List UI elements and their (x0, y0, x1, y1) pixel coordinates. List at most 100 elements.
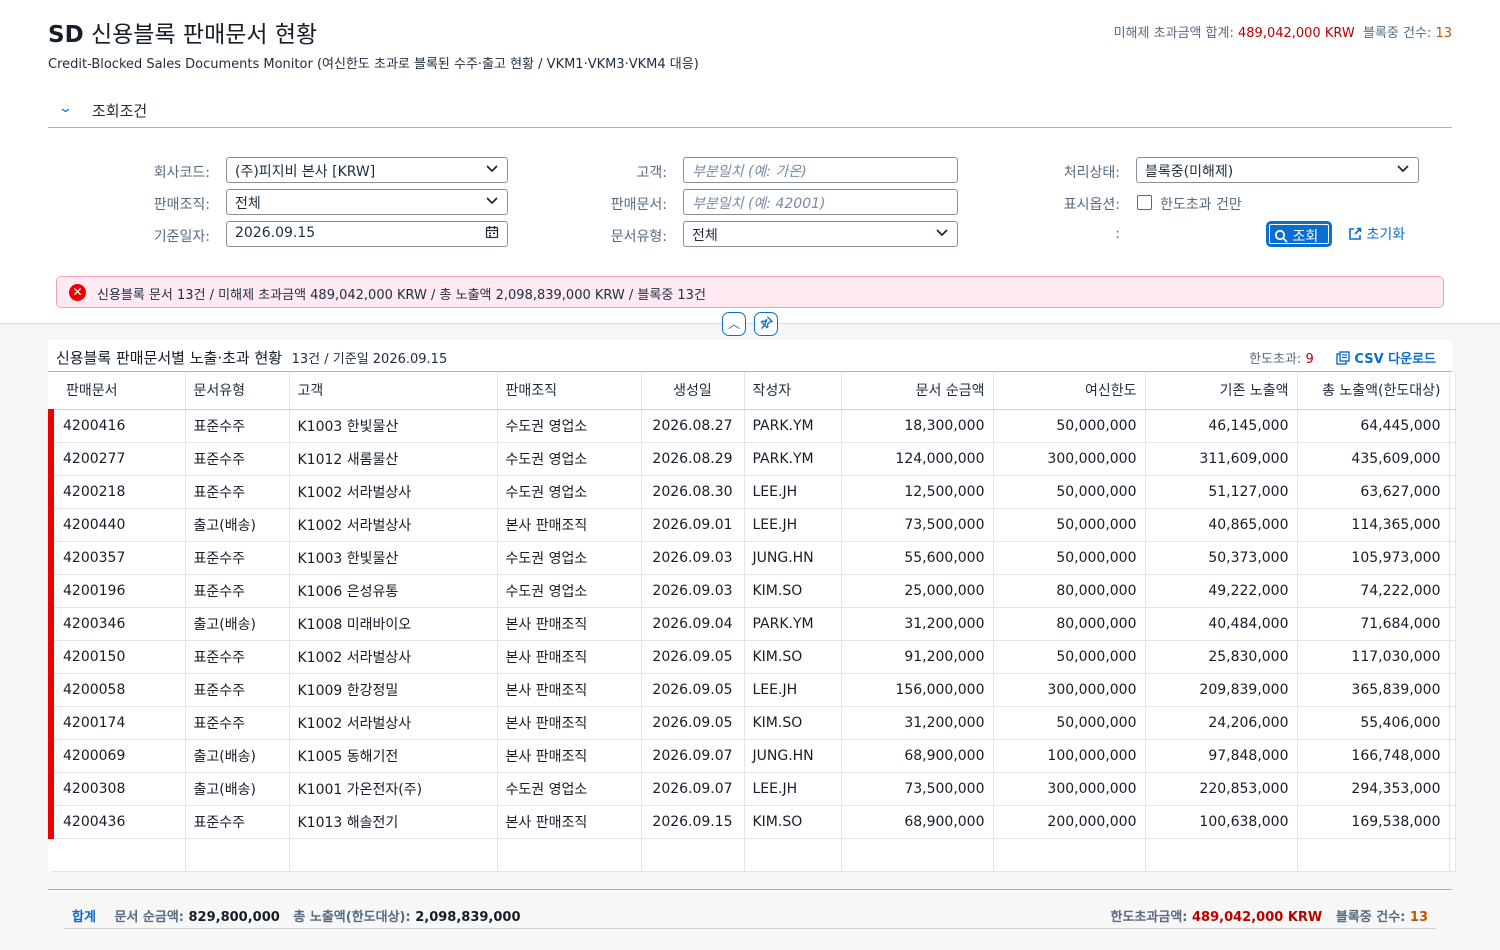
cell-created: 2026.09.07 (641, 772, 745, 806)
cell-created: 2026.09.05 (641, 706, 745, 740)
cell-limit: 50,000,000 (993, 508, 1146, 542)
doc-label: 판매문서: (610, 197, 667, 213)
table-row[interactable]: 4200058 표준수주 K1009 한강정밀 본사 판매조직 2026.09.05 LE… (48, 673, 1456, 707)
salesorg-label: 판매조직: (153, 197, 210, 213)
csv-download-button[interactable]: CSV 다운로드 (1336, 351, 1436, 367)
cell-net: 124,000,000 (841, 442, 994, 476)
blocked-docs-table: 판매문서 문서유형 고객 판매조직 생성일 작성자 문서 순금액 여신한도 기존… (48, 372, 1456, 872)
search-button[interactable]: 조회 (1266, 221, 1332, 247)
cell-existing: 51,127,000 (1145, 475, 1298, 509)
table-row[interactable]: 4200416 표준수주 K1003 한빛물산 수도권 영업소 2026.08.27 PA… (48, 409, 1456, 443)
col-header-net[interactable]: 문서 순금액 (841, 372, 994, 410)
summary-over: 489,042,000 KRW (1192, 910, 1323, 925)
cell-limit: 50,000,000 (993, 640, 1146, 674)
cell-total: 294,353,000 (1297, 772, 1450, 806)
cell-existing: 40,865,000 (1145, 508, 1298, 542)
calendar-icon[interactable] (485, 225, 499, 239)
col-header-doctype[interactable]: 문서유형 (185, 372, 290, 410)
header-kpi: 미해제 초과금액 합계: 489,042,000 KRW 블록중 건수: 13 (1113, 26, 1452, 41)
table-row-empty (51, 838, 1456, 872)
cell-salesorg: 수도권 영업소 (497, 409, 642, 443)
table-row[interactable]: 4200440 출고(배송) K1002 서라벌상사 본사 판매조직 2026.09.0… (48, 508, 1456, 542)
cell-customer: K1003 한빛물산 (289, 409, 498, 443)
cell-existing: 220,853,000 (1145, 772, 1298, 806)
status-select[interactable]: 블록중(미해제) (1136, 157, 1419, 183)
reset-button[interactable]: 초기화 (1348, 224, 1405, 244)
table-row[interactable]: 4200174 표준수주 K1002 서라벌상사 본사 판매조직 2026.09.05 K… (48, 706, 1456, 740)
col-header-creator[interactable]: 작성자 (744, 372, 842, 410)
cell-doctype: 표준수주 (185, 541, 290, 575)
summary-left: 합계 문서 순금액: 829,800,000 총 노출액(한도대상): 2,09… (72, 910, 521, 925)
col-header-doc[interactable]: 판매문서 (51, 372, 186, 410)
cell-net: 31,200,000 (841, 607, 994, 641)
cell-customer: K1012 새롬물산 (289, 442, 498, 476)
cell-doctype: 출고(배송) (185, 607, 290, 641)
salesorg-select[interactable]: 전체 (226, 189, 508, 215)
cell-limit: 300,000,000 (993, 673, 1146, 707)
cell-net: 156,000,000 (841, 673, 994, 707)
col-header-salesorg[interactable]: 판매조직 (497, 372, 642, 410)
cell-doc: 4200416 (48, 409, 186, 443)
page-title: SD 신용블록 판매문서 현황 (48, 22, 318, 48)
table-row[interactable]: 4200069 출고(배송) K1005 동해기전 본사 판매조직 2026.09.07… (48, 739, 1456, 773)
cell-doc: 4200069 (48, 739, 186, 773)
cell-doctype: 표준수주 (185, 442, 290, 476)
cell-salesorg: 본사 판매조직 (497, 805, 642, 839)
cell-creator: KIM.SO (744, 640, 842, 674)
table-title: 신용블록 판매문서별 노출·초과 현황 13건 / 기준일 2026.09.15 (56, 349, 448, 367)
cell-existing: 100,638,000 (1145, 805, 1298, 839)
cell-salesorg: 수도권 영업소 (497, 574, 642, 608)
company-select[interactable]: (주)피지비 본사 [KRW] (226, 157, 508, 183)
table-row[interactable]: 4200308 출고(배송) K1001 가온전자(주) 수도권 영업소 2026.09… (48, 772, 1456, 806)
cell-doctype: 표준수주 (185, 640, 290, 674)
col-header-created[interactable]: 생성일 (641, 372, 745, 410)
col-header-existing[interactable]: 기존 노출액 (1145, 372, 1298, 410)
table-row[interactable]: 4200436 표준수주 K1013 해솔전기 본사 판매조직 2026.09.15 KI… (48, 805, 1456, 839)
cell-customer: K1006 은성유통 (289, 574, 498, 608)
cell-total: 105,973,000 (1297, 541, 1450, 575)
summary-bar: 합계 문서 순금액: 829,800,000 총 노출액(한도대상): 2,09… (48, 889, 1452, 937)
cell-created: 2026.09.03 (641, 541, 745, 575)
table-row[interactable]: 4200150 표준수주 K1002 서라벌상사 본사 판매조직 2026.09.05 K… (48, 640, 1456, 674)
cell-net: 73,500,000 (841, 508, 994, 542)
collapse-header-button[interactable]: ︿ (722, 312, 746, 336)
cell-limit: 80,000,000 (993, 574, 1146, 608)
cell-existing: 311,609,000 (1145, 442, 1298, 476)
summary-label: 합계 (72, 910, 96, 925)
error-message-strip: ✕ 신용블록 문서 13건 / 미해제 초과금액 489,042,000 KRW… (56, 276, 1444, 308)
cell-net: 55,600,000 (841, 541, 994, 575)
cell-total: 114,365,000 (1297, 508, 1450, 542)
cell-doctype: 표준수주 (185, 574, 290, 608)
status-label: 처리상태: (1063, 165, 1120, 181)
table-row[interactable]: 4200196 표준수주 K1006 은성유통 수도권 영업소 2026.09.03 KI… (48, 574, 1456, 608)
col-header-total[interactable]: 총 노출액(한도대상) (1297, 372, 1450, 410)
col-header-limit[interactable]: 여신한도 (993, 372, 1146, 410)
table-row[interactable]: 4200357 표준수주 K1003 한빛물산 수도권 영업소 2026.09.03 JU… (48, 541, 1456, 575)
kpi-blocked-count: 13 (1435, 26, 1452, 41)
col-header-customer[interactable]: 고객 (289, 372, 498, 410)
cell-creator: PARK.YM (744, 607, 842, 641)
cell-doc: 4200357 (48, 541, 186, 575)
table-toolbar-right: 한도초과: 9 CSV 다운로드 (1249, 351, 1436, 367)
cell-created: 2026.09.07 (641, 739, 745, 773)
cell-limit: 50,000,000 (993, 706, 1146, 740)
cell-existing: 46,145,000 (1145, 409, 1298, 443)
cell-limit: 100,000,000 (993, 739, 1146, 773)
doc-input[interactable]: 부분일치 (예: 42001) (683, 189, 958, 215)
cell-customer: K1008 미래바이오 (289, 607, 498, 641)
customer-input[interactable]: 부분일치 (예: 가온) (683, 157, 958, 183)
chevron-down-icon[interactable]: ⌄ (58, 101, 73, 116)
table-row[interactable]: 4200218 표준수주 K1002 서라벌상사 수도권 영업소 2026.08.30 L… (48, 475, 1456, 509)
date-picker[interactable]: 2026.09.15 (226, 221, 508, 247)
table-row[interactable]: 4200346 출고(배송) K1008 미래바이오 본사 판매조직 2026.09.0… (48, 607, 1456, 641)
over-only-checkbox[interactable] (1137, 195, 1152, 210)
over-only-label[interactable]: 한도초과 건만 (1160, 194, 1242, 214)
cell-customer: K1001 가온전자(주) (289, 772, 498, 806)
table-row[interactable]: 4200277 표준수주 K1012 새롬물산 수도권 영업소 2026.08.29 PA… (48, 442, 1456, 476)
filterbar-header[interactable]: ⌄ 조회조건 (48, 96, 1452, 128)
pin-header-button[interactable] (754, 312, 778, 336)
cell-total: 55,406,000 (1297, 706, 1450, 740)
doctype-select[interactable]: 전체 (683, 221, 958, 247)
page-subtitle: Credit-Blocked Sales Documents Monitor (… (48, 57, 699, 72)
reset-icon (1349, 227, 1362, 240)
